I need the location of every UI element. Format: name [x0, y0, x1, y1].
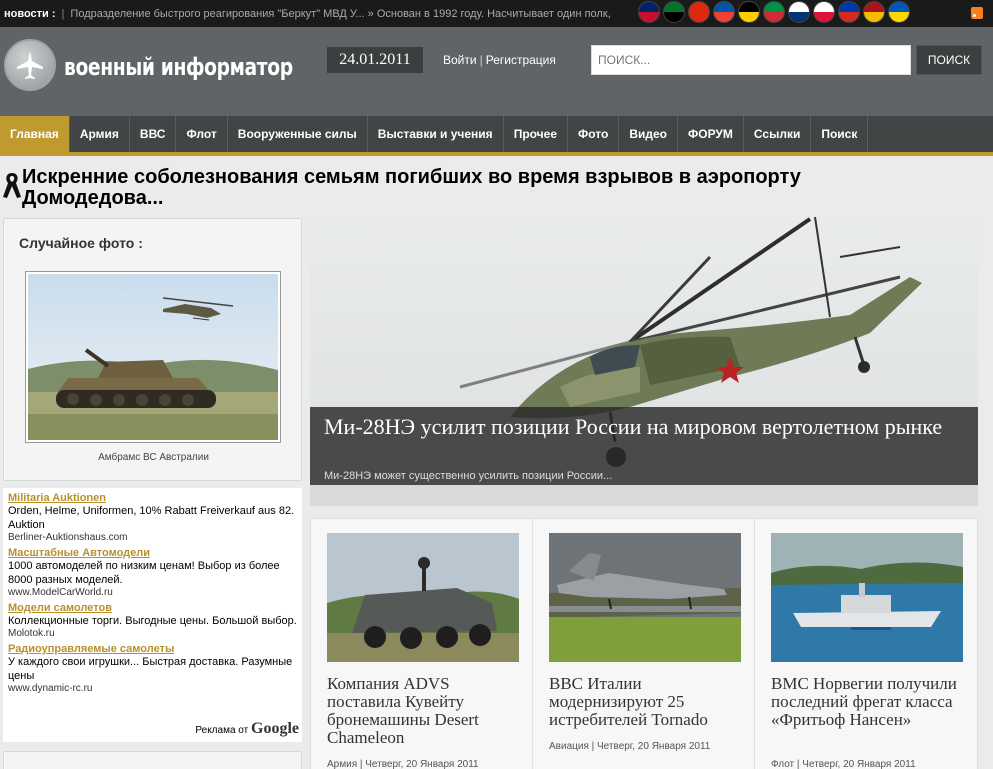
- ukraine-flag-icon[interactable]: [888, 1, 910, 23]
- ad-item[interactable]: Militaria Auktionen Orden, Helme, Unifor…: [8, 492, 297, 543]
- card-thumbnail[interactable]: [549, 533, 741, 662]
- news-label: новости :: [4, 7, 56, 20]
- ad-url[interactable]: www.ModelCarWorld.ru: [8, 587, 297, 598]
- featured-article[interactable]: Ми-28НЭ усилит позиции России на мировом…: [310, 217, 978, 506]
- nav-item-video[interactable]: Видео: [619, 116, 678, 152]
- card-thumbnail[interactable]: [327, 533, 519, 662]
- sidebar-widget: [3, 751, 302, 769]
- featured-summary: Ми-28НЭ может существенно усилить позици…: [324, 470, 613, 482]
- ad-title[interactable]: Масштабные Автомодели: [8, 547, 297, 559]
- uae-flag-icon[interactable]: [663, 1, 685, 23]
- rss-icon[interactable]: [971, 7, 983, 19]
- ad-item[interactable]: Радиоуправляемые самолеты У каждого свои…: [8, 643, 297, 694]
- card-title[interactable]: Компания ADVS поставила Кувейту бронемаш…: [327, 675, 523, 747]
- ad-text: 1000 автомоделей по низким ценам! Выбор …: [8, 560, 280, 586]
- frigate-photo: [771, 533, 963, 662]
- featured-caption: Ми-28НЭ усилит позиции России на мировом…: [310, 407, 978, 485]
- nav-item-exhibitions[interactable]: Выставки и учения: [368, 116, 504, 152]
- korea-flag-icon[interactable]: [788, 1, 810, 23]
- main-nav: Главная Армия ВВС Флот Вооруженные силы …: [0, 116, 993, 156]
- ad-url[interactable]: Molotok.ru: [8, 628, 297, 639]
- site-name[interactable]: военный информатор: [64, 53, 293, 81]
- card-thumbnail[interactable]: [771, 533, 963, 662]
- login-link[interactable]: Войти: [443, 53, 477, 67]
- ad-text: Orden, Helme, Uniformen, 10% Rabatt Frei…: [8, 505, 295, 531]
- italy-flag-icon[interactable]: [763, 1, 785, 23]
- current-date: 24.01.2011: [327, 47, 423, 73]
- ad-item[interactable]: Модели самолетов Коллекционные торги. Вы…: [8, 602, 297, 639]
- ad-title[interactable]: Militaria Auktionen: [8, 492, 297, 504]
- news-card[interactable]: Компания ADVS поставила Кувейту бронемаш…: [311, 519, 533, 769]
- card-meta: Флот | Четверг, 20 Января 2011: [771, 759, 916, 769]
- nav-item-army[interactable]: Армия: [70, 116, 130, 152]
- card-meta: Армия | Четверг, 20 Января 2011: [327, 759, 479, 769]
- fighter-jet-icon: [17, 51, 43, 79]
- search-input[interactable]: [591, 45, 911, 75]
- random-photo-widget: Случайное фото : Амбрамс ВС Австралии: [3, 218, 302, 481]
- condolence-banner: Искренние соболезнования семьям погибших…: [0, 163, 993, 213]
- news-ticker[interactable]: Подразделение быстрого реагирования "Бер…: [70, 8, 618, 20]
- top-news-bar: новости : | Подразделение быстрого реаги…: [0, 0, 993, 27]
- card-meta: Авиация | Четверг, 20 Января 2011: [549, 741, 711, 752]
- armored-vehicle-photo: [327, 533, 519, 662]
- news-card[interactable]: ВМС Норвегии получили последний фрегат к…: [755, 519, 977, 769]
- nav-item-links[interactable]: Ссылки: [744, 116, 812, 152]
- tank-photo: [28, 274, 278, 440]
- random-photo[interactable]: [25, 271, 281, 443]
- ad-item[interactable]: Масштабные Автомодели 1000 автомоделей п…: [8, 547, 297, 598]
- nav-item-home[interactable]: Главная: [0, 116, 70, 152]
- nav-item-forum[interactable]: ФОРУМ: [678, 116, 744, 152]
- nav-item-armed-forces[interactable]: Вооруженные силы: [228, 116, 368, 152]
- ad-text: Коллекционные торги. Выгодные цены. Боль…: [8, 615, 297, 627]
- language-switcher: [638, 1, 910, 23]
- nav-item-air-force[interactable]: ВВС: [130, 116, 177, 152]
- ads-by-google[interactable]: Реклама от Google: [195, 720, 299, 738]
- mourning-ribbon-icon: [3, 173, 21, 198]
- site-logo[interactable]: [4, 39, 56, 91]
- ad-text: У каждого свои игрушки... Быстрая достав…: [8, 656, 293, 682]
- widget-title: Случайное фото :: [19, 235, 143, 251]
- register-link[interactable]: Регистрация: [486, 53, 556, 67]
- nav-item-search[interactable]: Поиск: [811, 116, 869, 152]
- site-header: военный информатор 24.01.2011 Войти | Реги…: [0, 27, 993, 116]
- russia-flag-icon[interactable]: [838, 1, 860, 23]
- divider: |: [61, 7, 65, 20]
- ad-title[interactable]: Модели самолетов: [8, 602, 297, 614]
- divider: |: [479, 53, 483, 67]
- germany-flag-icon[interactable]: [738, 1, 760, 23]
- search-button[interactable]: ПОИСК: [916, 45, 982, 75]
- condolence-headline[interactable]: Искренние соболезнования семьям погибших…: [22, 167, 922, 209]
- ads-by-label: Реклама от: [195, 725, 249, 736]
- card-title[interactable]: ВВС Италии модернизируют 25 истребителей…: [549, 675, 745, 729]
- china-flag-icon[interactable]: [688, 1, 710, 23]
- ad-url[interactable]: www.dynamic-rc.ru: [8, 683, 297, 694]
- featured-footer: [310, 485, 978, 506]
- tornado-jet-photo: [549, 533, 741, 662]
- ad-url[interactable]: Berliner-Auktionshaus.com: [8, 532, 297, 543]
- nav-item-navy[interactable]: Флот: [176, 116, 228, 152]
- ads-block: Militaria Auktionen Orden, Helme, Unifor…: [3, 488, 302, 742]
- auth-links: Войти | Регистрация: [443, 53, 556, 67]
- google-logo: Google: [251, 720, 299, 737]
- poland-flag-icon[interactable]: [813, 1, 835, 23]
- featured-title[interactable]: Ми-28НЭ усилит позиции России на мировом…: [324, 416, 944, 438]
- nav-item-photo[interactable]: Фото: [568, 116, 620, 152]
- france-flag-icon[interactable]: [713, 1, 735, 23]
- news-cards: Компания ADVS поставила Кувейту бронемаш…: [310, 518, 978, 769]
- nav-item-other[interactable]: Прочее: [504, 116, 568, 152]
- photo-caption: Амбрамс ВС Австралии: [98, 452, 209, 463]
- english-flag-icon[interactable]: [638, 1, 660, 23]
- card-title[interactable]: ВМС Норвегии получили последний фрегат к…: [771, 675, 967, 729]
- news-card[interactable]: ВВС Италии модернизируют 25 истребителей…: [533, 519, 755, 769]
- spain-flag-icon[interactable]: [863, 1, 885, 23]
- ad-title[interactable]: Радиоуправляемые самолеты: [8, 643, 297, 655]
